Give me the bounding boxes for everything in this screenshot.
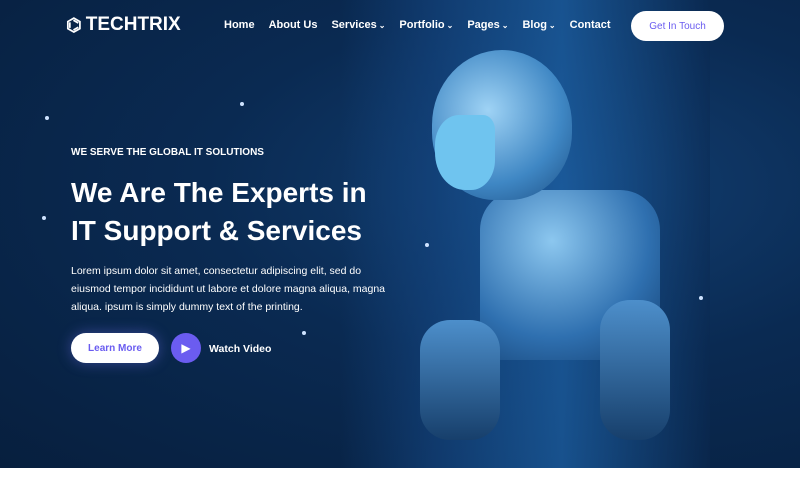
nav-item-services[interactable]: Services ⌄ <box>331 19 385 31</box>
nav-item-label: Portfolio <box>399 19 445 31</box>
nav-item-pages[interactable]: Pages ⌄ <box>467 19 508 31</box>
chevron-down-icon: ⌄ <box>548 21 556 30</box>
get-in-touch-button[interactable]: Get In Touch <box>631 11 724 41</box>
navbar: ⌬ TECHTRIX Home About Us Services ⌄ Portfoli… <box>0 0 800 50</box>
nav-item-label: Pages <box>467 19 500 31</box>
star-dot <box>42 216 46 220</box>
nav-item-contact[interactable]: Contact <box>570 19 611 31</box>
hero-title: We Are The Experts in IT Support & Servic… <box>71 174 391 250</box>
nav-item-portfolio[interactable]: Portfolio ⌄ <box>399 19 453 31</box>
nav-item-about-us[interactable]: About Us <box>269 19 318 31</box>
nav-item-label: Services <box>331 19 377 31</box>
chevron-down-icon: ⌄ <box>378 21 386 30</box>
nav-item-label: Blog <box>522 19 547 31</box>
title-line: IT Support & Services <box>71 215 362 246</box>
play-icon: ▶ <box>181 341 191 355</box>
title-line: We Are The Experts in <box>71 177 367 208</box>
hero-description: Lorem ipsum dolor sit amet, consectetur … <box>71 265 386 313</box>
star-dot <box>302 331 306 335</box>
star-dot <box>425 243 429 247</box>
nav-menu: Home About Us Services ⌄ Portfolio ⌄ Pages ⌄ Blo… <box>224 19 611 31</box>
hero-tagline: WE SERVE THE GLOBAL IT SOLUTIONS <box>71 147 264 158</box>
nav-item-label: About Us <box>268 19 318 31</box>
nav-item-home[interactable]: Home <box>224 19 255 31</box>
star-dot <box>699 296 703 300</box>
watch-video-link[interactable]: Watch Video <box>209 343 271 355</box>
learn-more-button[interactable]: Learn More <box>71 333 159 363</box>
robot-face <box>435 115 495 190</box>
nav-item-blog[interactable]: Blog ⌄ <box>522 19 555 31</box>
brand-name: TECHTRIX <box>85 14 181 35</box>
nav-item-label: Home <box>224 19 255 31</box>
robot-arm <box>420 320 500 440</box>
robot-arm <box>600 300 670 440</box>
hero-section: ⌬ TECHTRIX Home About Us Services ⌄ Portfoli… <box>0 0 800 468</box>
chevron-down-icon: ⌄ <box>501 21 509 30</box>
logo[interactable]: ⌬ TECHTRIX <box>66 14 181 36</box>
star-dot <box>45 116 49 120</box>
nav-item-label: Contact <box>569 19 611 31</box>
play-video-button[interactable]: ▶ <box>171 333 201 363</box>
molecule-icon: ⌬ <box>66 14 82 35</box>
chevron-down-icon: ⌄ <box>446 21 454 30</box>
star-dot <box>240 102 244 106</box>
